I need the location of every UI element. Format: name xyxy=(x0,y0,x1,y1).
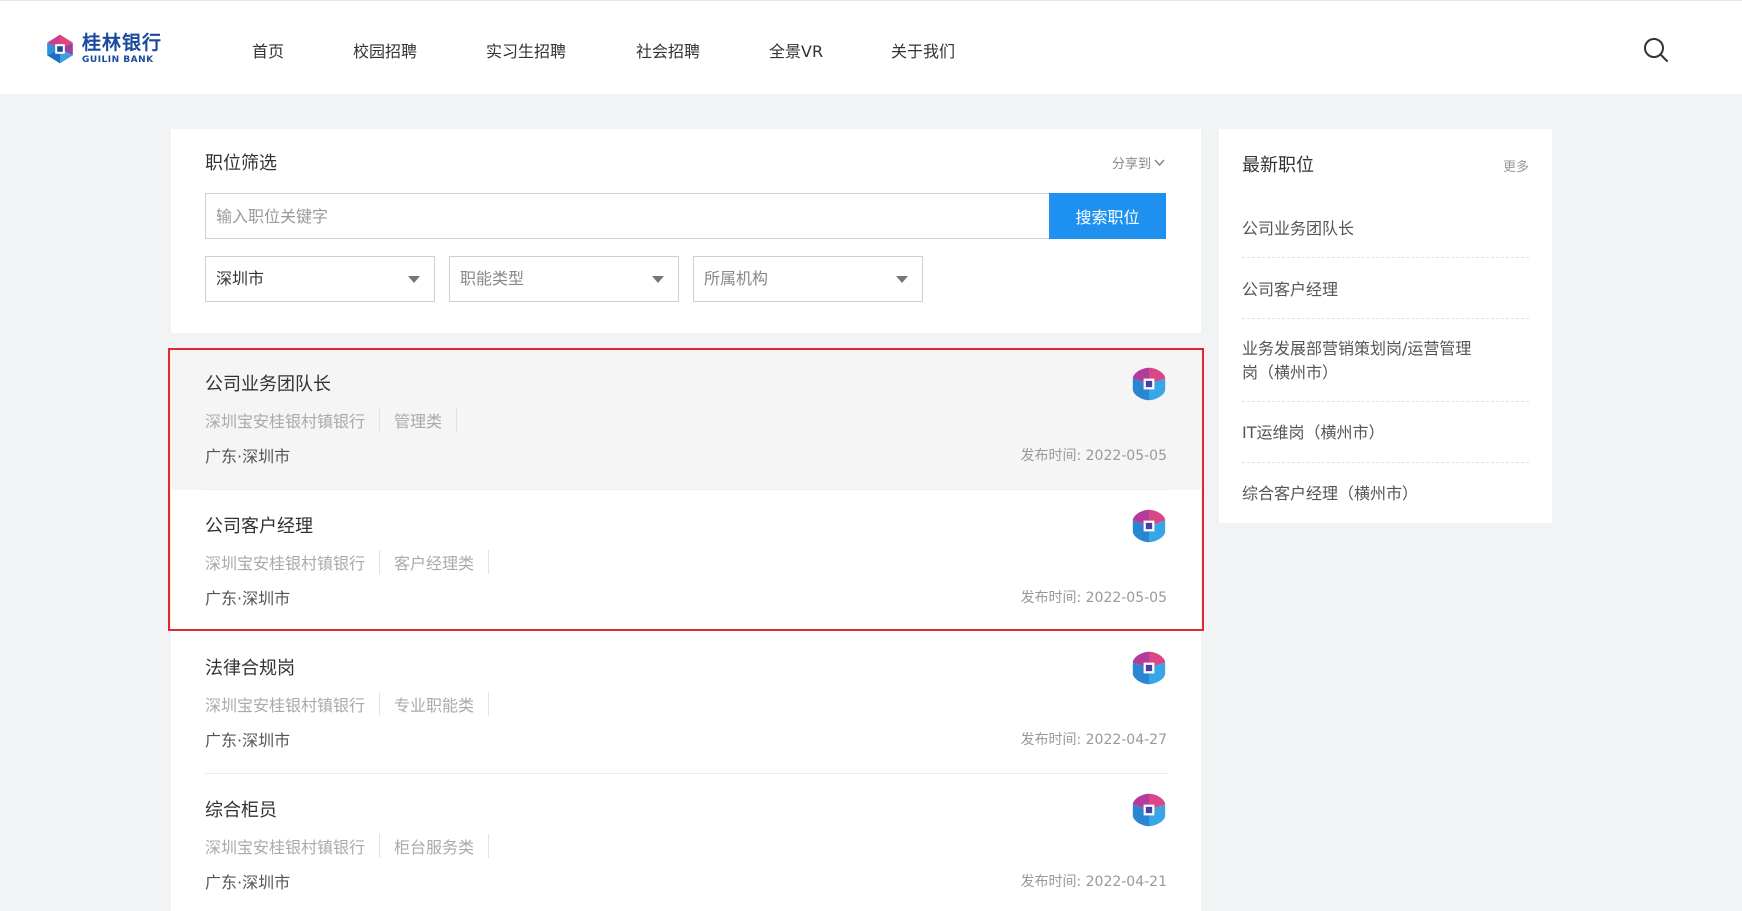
job-org: 深圳宝安桂银村镇银行 xyxy=(205,834,381,858)
job-publish-date: 发布时间: 2022-05-05 xyxy=(1020,445,1167,465)
job-category: 柜台服务类 xyxy=(394,834,490,858)
job-card[interactable]: 公司业务团队长 深圳宝安桂银村镇银行 管理类 广东·深圳市 发布时间: 2022… xyxy=(171,348,1201,490)
date-value: 2022-05-05 xyxy=(1085,448,1167,464)
nav-campus-recruit[interactable]: 校园招聘 xyxy=(353,38,417,62)
function-type-select[interactable]: 职能类型 xyxy=(449,256,679,302)
chevron-down-icon xyxy=(1154,158,1165,166)
latest-job-item[interactable]: 公司客户经理 xyxy=(1242,278,1529,302)
job-title: 公司客户经理 xyxy=(205,516,313,537)
latest-job-item[interactable]: 公司业务团队长 xyxy=(1242,217,1529,241)
search-icon[interactable] xyxy=(1642,36,1670,64)
job-org: 深圳宝安桂银村镇银行 xyxy=(205,692,381,716)
latest-job-item[interactable]: 综合客户经理（横州市） xyxy=(1242,482,1529,506)
job-category: 管理类 xyxy=(394,408,458,432)
job-tags: 深圳宝安桂银村镇银行 管理类 xyxy=(205,408,471,432)
job-keyword-input[interactable] xyxy=(205,193,1050,239)
divider xyxy=(1242,318,1529,319)
job-title: 法律合规岗 xyxy=(205,658,295,679)
nav-about[interactable]: 关于我们 xyxy=(891,38,955,62)
job-category: 客户经理类 xyxy=(394,550,490,574)
divider xyxy=(1242,257,1529,258)
job-location: 广东·深圳市 xyxy=(205,873,291,892)
share-dropdown[interactable]: 分享到 xyxy=(1112,153,1165,172)
city-select-value: 深圳市 xyxy=(216,269,265,288)
job-list: 公司业务团队长 深圳宝安桂银村镇银行 管理类 广东·深圳市 发布时间: 2022… xyxy=(171,348,1201,911)
job-org: 深圳宝安桂银村镇银行 xyxy=(205,550,381,574)
nav-home[interactable]: 首页 xyxy=(252,38,284,62)
job-publish-date: 发布时间: 2022-05-05 xyxy=(1020,587,1167,607)
job-card[interactable]: 法律合规岗 深圳宝安桂银村镇银行 专业职能类 广东·深圳市 发布时间: 2022… xyxy=(171,632,1201,774)
filter-title: 职位筛选 xyxy=(205,153,277,174)
date-value: 2022-05-05 xyxy=(1085,590,1167,606)
guilin-bank-logo[interactable]: 桂林银行 GUILIN BANK xyxy=(44,31,162,67)
brand-name-en: GUILIN BANK xyxy=(82,54,154,65)
latest-jobs-title: 最新职位 xyxy=(1242,155,1314,176)
divider xyxy=(1242,401,1529,402)
job-category: 专业职能类 xyxy=(394,692,490,716)
bank-logo-icon xyxy=(1132,509,1166,543)
job-tags: 深圳宝安桂银村镇银行 专业职能类 xyxy=(205,692,503,716)
date-label: 发布时间: xyxy=(1020,448,1082,464)
bank-logo-icon xyxy=(1132,367,1166,401)
more-link[interactable]: 更多 xyxy=(1503,156,1529,175)
date-label: 发布时间: xyxy=(1020,590,1082,606)
date-value: 2022-04-21 xyxy=(1085,874,1167,890)
caret-down-icon xyxy=(896,276,908,283)
job-publish-date: 发布时间: 2022-04-21 xyxy=(1020,871,1167,891)
job-title: 公司业务团队长 xyxy=(205,374,331,395)
bank-logo-icon xyxy=(1132,651,1166,685)
date-value: 2022-04-27 xyxy=(1085,732,1167,748)
job-tags: 深圳宝安桂银村镇银行 客户经理类 xyxy=(205,550,503,574)
job-tags: 深圳宝安桂银村镇银行 柜台服务类 xyxy=(205,834,503,858)
city-select[interactable]: 深圳市 xyxy=(205,256,435,302)
job-location: 广东·深圳市 xyxy=(205,731,291,750)
nav-social-recruit[interactable]: 社会招聘 xyxy=(636,38,700,62)
latest-jobs-panel: 最新职位 更多 公司业务团队长 公司客户经理 业务发展部营销策划岗/运营管理岗（… xyxy=(1219,129,1552,523)
job-location: 广东·深圳市 xyxy=(205,447,291,466)
caret-down-icon xyxy=(652,276,664,283)
brand-name-cn: 桂林银行 xyxy=(82,31,163,54)
bank-logo-icon xyxy=(47,34,73,64)
organization-select[interactable]: 所属机构 xyxy=(693,256,923,302)
top-header: 桂林银行 GUILIN BANK 首页 校园招聘 实习生招聘 社会招聘 全景VR… xyxy=(0,0,1742,94)
nav-vr[interactable]: 全景VR xyxy=(769,38,823,62)
job-card[interactable]: 公司客户经理 深圳宝安桂银村镇银行 客户经理类 广东·深圳市 发布时间: 202… xyxy=(171,490,1201,632)
share-label: 分享到 xyxy=(1111,157,1151,172)
job-org: 深圳宝安桂银村镇银行 xyxy=(205,408,381,432)
date-label: 发布时间: xyxy=(1020,874,1082,890)
date-label: 发布时间: xyxy=(1020,732,1082,748)
job-card[interactable]: 综合柜员 深圳宝安桂银村镇银行 柜台服务类 广东·深圳市 发布时间: 2022-… xyxy=(171,774,1201,911)
bank-logo-icon xyxy=(1132,793,1166,827)
function-type-placeholder: 职能类型 xyxy=(460,269,525,288)
job-publish-date: 发布时间: 2022-04-27 xyxy=(1020,729,1167,749)
latest-job-item[interactable]: IT运维岗（横州市） xyxy=(1242,421,1529,445)
search-jobs-button[interactable]: 搜索职位 xyxy=(1049,193,1166,239)
nav-intern-recruit[interactable]: 实习生招聘 xyxy=(486,38,566,62)
job-filter-panel: 职位筛选 分享到 搜索职位 深圳市 职能类型 所属机构 xyxy=(171,129,1201,333)
caret-down-icon xyxy=(408,276,420,283)
organization-placeholder: 所属机构 xyxy=(704,269,769,288)
divider xyxy=(1242,462,1529,463)
latest-job-item[interactable]: 业务发展部营销策划岗/运营管理岗（横州市） xyxy=(1242,337,1487,385)
job-location: 广东·深圳市 xyxy=(205,589,291,608)
job-title: 综合柜员 xyxy=(205,800,277,821)
